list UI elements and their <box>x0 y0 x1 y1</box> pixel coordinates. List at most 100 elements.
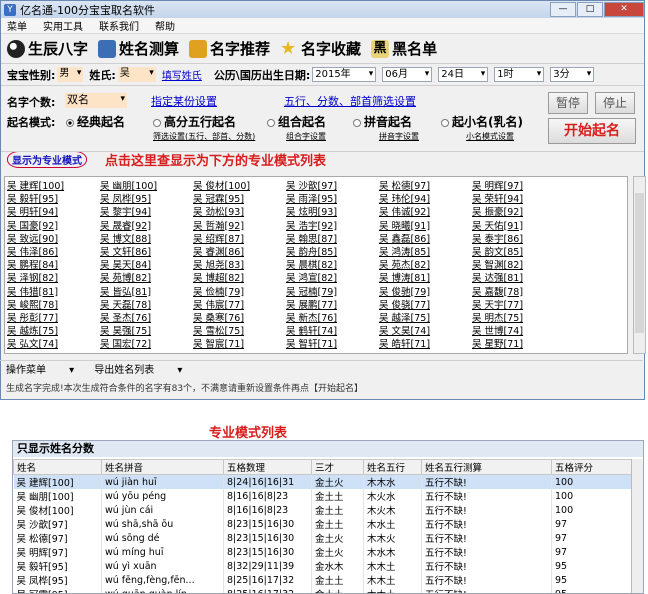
minute-select[interactable]: 3分 <box>550 67 595 82</box>
name-result-item[interactable]: 吴 弘文[74] <box>7 336 58 350</box>
start-naming-button[interactable]: 开始起名 <box>548 118 636 144</box>
name-result-item[interactable]: 吴 圣杰[76] <box>100 310 151 324</box>
column-header[interactable]: 姓名 <box>13 459 102 475</box>
name-result-item[interactable]: 吴 翰思[87] <box>286 231 337 245</box>
score-filter-link[interactable]: 五行、分数、部首筛选设置 <box>284 93 416 109</box>
name-result-item[interactable]: 吴 凤桦[95] <box>100 191 151 205</box>
name-result-item[interactable]: 吴 俊驰[79] <box>379 284 430 298</box>
pro-mode-toggle[interactable]: 显示为专业模式 <box>7 151 87 168</box>
menu-item[interactable]: 实用工具 <box>43 18 83 33</box>
table-row[interactable]: 吴 建辉[100] wú jiàn huī 8|24|16|16|31 金土火 木木水五… <box>13 474 642 489</box>
name-result-item[interactable]: 吴 建辉[100] <box>7 178 64 192</box>
name-result-item[interactable]: 吴 炫明[93] <box>286 204 337 218</box>
operations-menu[interactable]: 操作菜单 ▾ <box>6 361 74 376</box>
name-result-item[interactable]: 吴 晟睿[92] <box>100 218 151 232</box>
name-result-item[interactable]: 吴 伟泽[86] <box>7 244 58 258</box>
name-result-item[interactable]: 吴 嘉馥[78] <box>472 284 523 298</box>
name-result-item[interactable]: 吴 峻熙[78] <box>7 297 58 311</box>
nickname-settings-link[interactable]: 小名模式设置 <box>466 131 514 142</box>
name-result-item[interactable]: 吴 天宇[77] <box>472 297 523 311</box>
year-select[interactable]: 2015年 <box>312 67 377 82</box>
name-result-item[interactable]: 吴 晨棋[82] <box>286 257 337 271</box>
name-result-item[interactable]: 吴 智渊[82] <box>472 257 523 271</box>
name-result-item[interactable]: 吴 越泽[75] <box>379 310 430 324</box>
tool-favorites[interactable]: ★ 名字收藏 <box>280 38 361 59</box>
tool-bazi[interactable]: 生辰八字 <box>7 38 88 59</box>
name-result-item[interactable]: 吴 明辉[97] <box>472 178 523 192</box>
name-result-item[interactable]: 吴 玮伦[94] <box>379 191 430 205</box>
name-result-item[interactable]: 吴 韵文[85] <box>472 244 523 258</box>
name-result-item[interactable]: 吴 昊强[75] <box>100 323 151 337</box>
name-result-item[interactable]: 吴 皓轩[71] <box>379 336 430 350</box>
column-header[interactable]: 五格数理 <box>223 459 312 475</box>
name-result-item[interactable]: 吴 桑寒[76] <box>193 310 244 324</box>
high-score-settings-link[interactable]: 筛选设置(五行、部首、分数) <box>153 131 255 142</box>
name-result-item[interactable]: 吴 哲瀚[92] <box>193 218 244 232</box>
set-char-link[interactable]: 指定某份设置 <box>151 93 217 109</box>
column-header[interactable]: 三才 <box>311 459 364 475</box>
name-result-item[interactable]: 吴 荣轩[94] <box>472 191 523 205</box>
name-result-item[interactable]: 吴 苑杰[82] <box>379 257 430 271</box>
name-result-item[interactable]: 吴 博涛[81] <box>379 270 430 284</box>
table-row[interactable]: 吴 幽朋[100] wú yōu péng 8|16|16|8|23 金土土 木火水 五行… <box>13 489 642 503</box>
column-header[interactable]: 姓名五行测算 <box>421 459 552 475</box>
name-result-item[interactable]: 吴 鸿涛[85] <box>379 244 430 258</box>
name-result-item[interactable]: 吴 世博[74] <box>472 323 523 337</box>
table-row[interactable]: 吴 毅轩[95] wú yì xuān 8|32|29|11|39 金水木 木木土 五行不… <box>13 559 642 573</box>
mode-high-score[interactable]: 高分五行起名 <box>153 113 236 130</box>
name-result-item[interactable]: 吴 毅轩[95] <box>7 191 58 205</box>
name-result-item[interactable]: 吴 明杰[75] <box>472 310 523 324</box>
name-result-item[interactable]: 吴 智轩[71] <box>286 336 337 350</box>
name-result-item[interactable]: 吴 明轩[94] <box>7 204 58 218</box>
table-scrollbar[interactable] <box>631 459 643 593</box>
table-row[interactable]: 吴 俊材[100] wú jùn cái 8|16|16|8|23 金土土 木火木 五行不… <box>13 503 642 517</box>
close-button[interactable]: ✕ <box>604 2 644 17</box>
minimize-button[interactable]: — <box>550 2 576 17</box>
table-row[interactable]: 吴 凤桦[95] wú fēng,fèng,fēn... 8|25|16|17|32… <box>13 573 642 587</box>
name-result-item[interactable]: 吴 韵舟[85] <box>286 244 337 258</box>
name-result-item[interactable]: 吴 国宏[72] <box>100 336 151 350</box>
name-result-item[interactable]: 吴 晓曦[91] <box>379 218 430 232</box>
export-names-button[interactable]: 导出姓名列表 ▾ <box>94 361 182 376</box>
menu-item[interactable]: 菜单 <box>7 18 27 33</box>
name-result-item[interactable]: 吴 智宸[71] <box>193 336 244 350</box>
name-count-select[interactable]: 双名 <box>65 93 127 108</box>
name-result-item[interactable]: 吴 劲松[93] <box>193 204 244 218</box>
name-result-item[interactable]: 吴 俊材[100] <box>193 178 250 192</box>
hour-select[interactable]: 1时 <box>494 67 545 82</box>
column-header[interactable]: 姓名五行 <box>363 459 422 475</box>
name-result-item[interactable]: 吴 文昊[74] <box>379 323 430 337</box>
mode-combo[interactable]: 组合起名 <box>267 113 326 130</box>
name-result-item[interactable]: 吴 博文[88] <box>100 231 151 245</box>
name-result-item[interactable]: 吴 睿渊[86] <box>193 244 244 258</box>
name-result-item[interactable]: 吴 达强[81] <box>472 270 523 284</box>
name-result-item[interactable]: 吴 绍辉[87] <box>193 231 244 245</box>
menu-item[interactable]: 帮助 <box>155 18 175 33</box>
name-result-item[interactable]: 吴 冠楠[79] <box>286 284 337 298</box>
name-result-item[interactable]: 吴 幽朋[100] <box>100 178 157 192</box>
name-result-item[interactable]: 吴 彤彭[77] <box>7 310 58 324</box>
month-select[interactable]: 06月 <box>382 67 433 82</box>
name-result-item[interactable]: 吴 沙歆[97] <box>286 178 337 192</box>
column-header[interactable]: 五格评分 <box>551 459 642 475</box>
pinyin-settings-link[interactable]: 拼音字设置 <box>379 131 419 142</box>
name-result-item[interactable]: 吴 浩宇[92] <box>286 218 337 232</box>
maximize-button[interactable]: □ <box>577 2 603 17</box>
name-result-item[interactable]: 吴 伟诚[92] <box>379 204 430 218</box>
name-result-item[interactable]: 吴 国豪[92] <box>7 218 58 232</box>
menu-item[interactable]: 联系我们 <box>99 18 139 33</box>
name-result-item[interactable]: 吴 鸿宣[82] <box>286 270 337 284</box>
fill-surname-link[interactable]: 填写姓氏 <box>162 67 202 82</box>
name-result-item[interactable]: 吴 博超[82] <box>193 270 244 284</box>
name-result-item[interactable]: 吴 伟宸[77] <box>193 297 244 311</box>
name-result-item[interactable]: 吴 展鹏[77] <box>286 297 337 311</box>
name-result-item[interactable]: 吴 旭尧[83] <box>193 257 244 271</box>
table-row[interactable]: 吴 沙歆[97] wú shā,shā ōu 8|23|15|16|30 金土土 木水土… <box>13 517 642 531</box>
grid-scrollbar[interactable] <box>633 176 646 354</box>
name-result-item[interactable]: 吴 星野[71] <box>472 336 523 350</box>
table-row[interactable]: 吴 松德[97] wú sōng dé 8|23|15|16|30 金土火 木木火 五行不… <box>13 531 642 545</box>
name-result-item[interactable]: 吴 越炼[75] <box>7 323 58 337</box>
stop-button[interactable]: 停止 <box>595 92 635 114</box>
name-result-item[interactable]: 吴 致远[90] <box>7 231 58 245</box>
name-result-item[interactable]: 吴 皆弘[81] <box>100 284 151 298</box>
